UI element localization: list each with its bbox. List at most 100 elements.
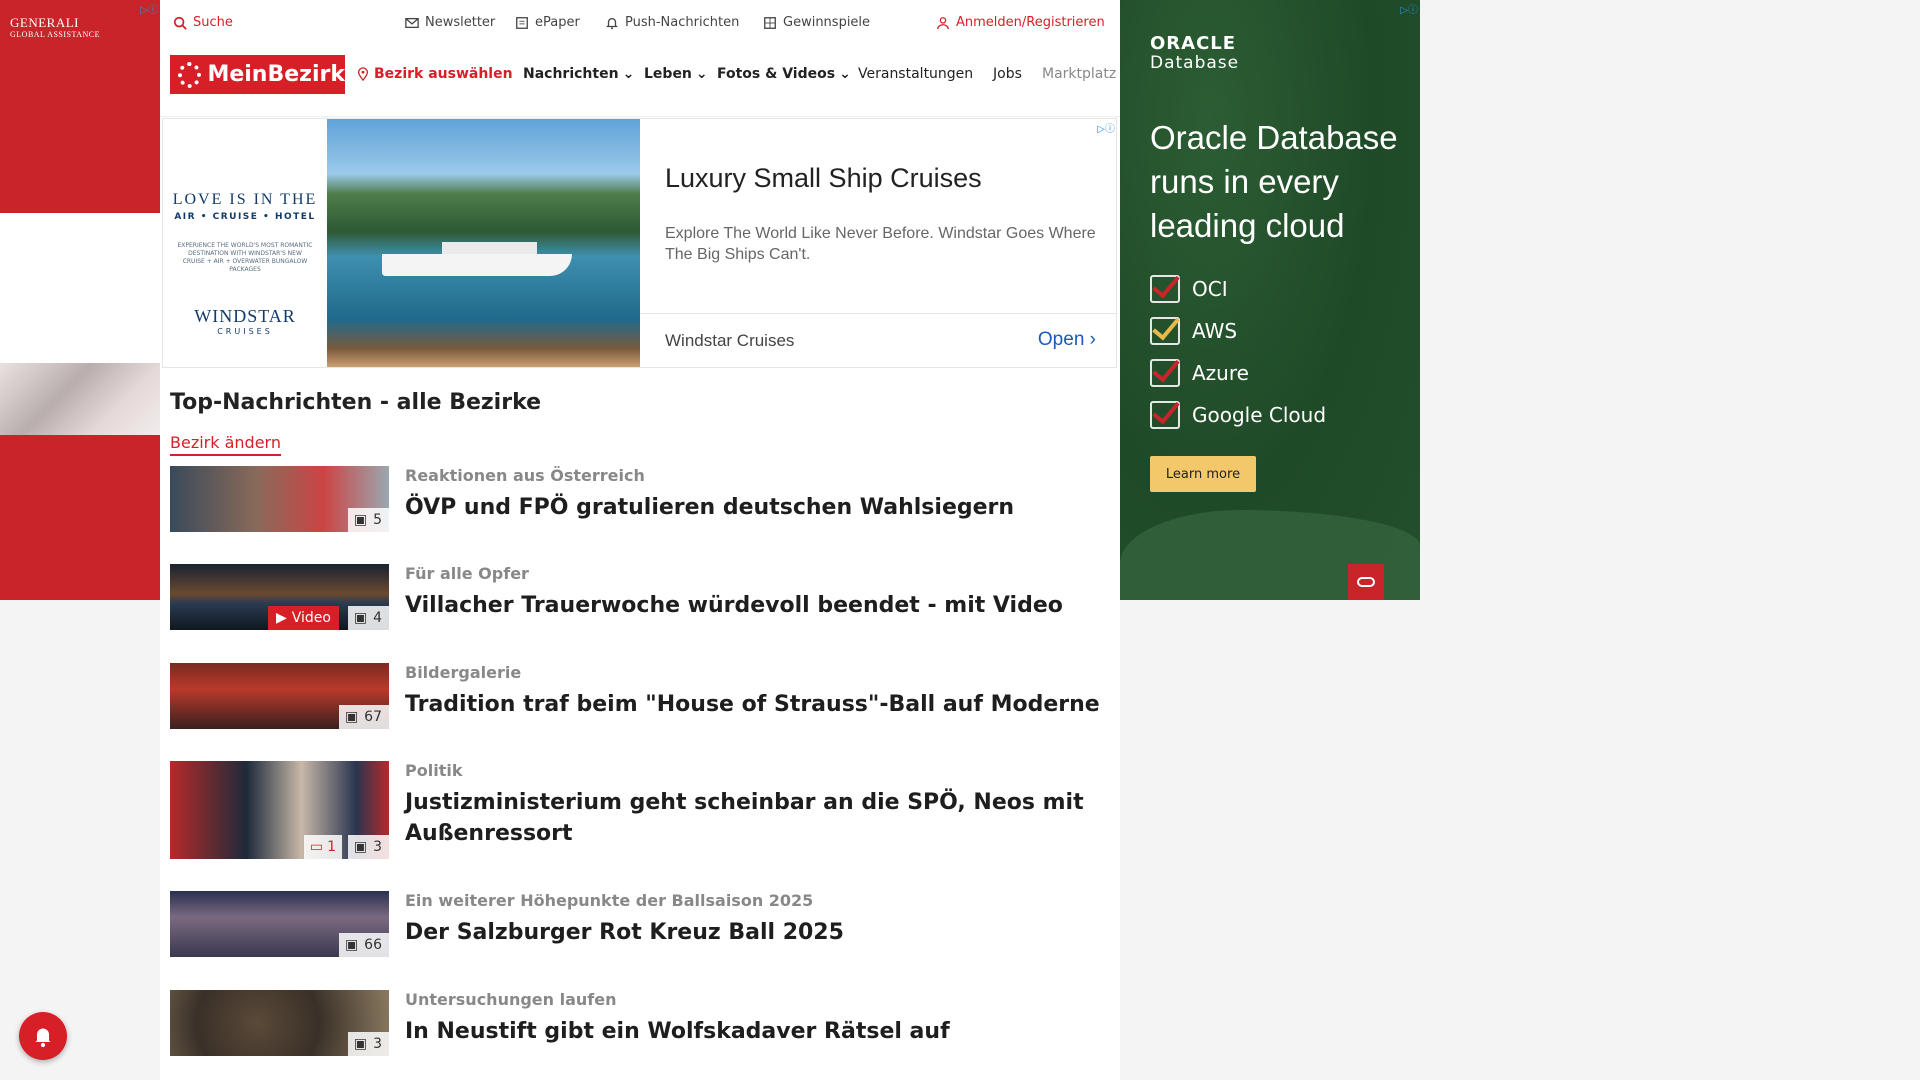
ad-headline: Oracle Database runs in every leading cl…	[1150, 119, 1398, 244]
cloud-item: AWS	[1150, 310, 1326, 352]
oracle-ad[interactable]: ▷ⓘ ORACLE Database Oracle Database runs i…	[1120, 0, 1420, 600]
adchoices-icon[interactable]: ▷ⓘ	[128, 1, 158, 16]
ad-photo	[0, 363, 160, 435]
article-kicker: Politik	[405, 761, 463, 780]
chevron-down-icon: ⌄	[839, 66, 851, 82]
oracle-o-icon	[1348, 564, 1384, 600]
article-title[interactable]: Der Salzburger Rot Kreuz Ball 2025	[405, 917, 1105, 948]
comment-count: ▭ 1	[303, 835, 342, 859]
ad-panel-line1: LOVE IS IN THE	[172, 191, 318, 208]
generali-logo: GENERALI GLOBAL ASSISTANCE	[10, 15, 101, 39]
cloud-item: Google Cloud	[1150, 394, 1326, 436]
gallery-icon: ▣	[353, 512, 368, 528]
epaper-link[interactable]: ePaper	[515, 15, 580, 30]
windstar-logo-sub: CRUISES	[217, 327, 273, 336]
article-thumbnail[interactable]: ▣ 5	[170, 466, 389, 532]
image-count: ▣ 3	[347, 1032, 389, 1056]
image-count: ▣ 66	[338, 933, 389, 957]
article-kicker: Reaktionen aus Österreich	[405, 466, 645, 485]
cloud-item: Azure	[1150, 352, 1326, 394]
ad-panel-small: EXPERIENCE THE WORLD'S MOST ROMANTIC DES…	[177, 242, 313, 273]
article-title[interactable]: In Neustift gibt ein Wolfskadaver Rätsel…	[405, 1016, 1105, 1047]
nav-divider	[160, 116, 1120, 117]
left-skyscraper-ad[interactable]: ▷ⓘ GENERALI GLOBAL ASSISTANCE	[0, 0, 160, 600]
checkmark-icon	[1150, 401, 1180, 429]
change-district-link[interactable]: Bezirk ändern	[170, 433, 281, 456]
newspaper-icon	[516, 16, 528, 29]
nav-fotos-videos[interactable]: Fotos & Videos ⌄	[717, 66, 851, 82]
image-count: ▣ 5	[347, 508, 389, 532]
chevron-right-icon: ›	[1089, 329, 1096, 350]
ad-headline[interactable]: Luxury Small Ship Cruises	[665, 163, 982, 194]
contests-label: Gewinnspiele	[783, 15, 871, 30]
nav-marktplatz[interactable]: Marktplatz	[1042, 66, 1116, 82]
chevron-down-icon: ⌄	[622, 66, 635, 82]
district-label: Bezirk auswählen	[374, 66, 513, 82]
oracle-logo: ORACLE Database	[1150, 33, 1240, 73]
ad-white-band	[0, 213, 160, 363]
windstar-ad[interactable]: ▷ⓘ LOVE IS IN THE AIR • CRUISE • HOTEL E…	[162, 118, 1117, 368]
contests-link[interactable]: Gewinnspiele	[763, 15, 870, 30]
location-pin-icon	[357, 67, 369, 81]
notification-bell-button[interactable]	[19, 1012, 67, 1060]
gallery-icon: ▣	[344, 709, 359, 725]
gallery-icon: ▣	[353, 839, 368, 855]
bell-icon	[35, 1028, 51, 1048]
article-title[interactable]: Tradition traf beim "House of Strauss"-B…	[405, 689, 1105, 720]
ad-footer: Windstar Cruises Open ›	[640, 313, 1116, 367]
article-thumbnail[interactable]: ▣ 66	[170, 891, 389, 957]
bell-icon	[606, 17, 618, 29]
video-badge: ▶ Video	[267, 606, 339, 630]
adchoices-icon[interactable]: ▷ⓘ	[1388, 1, 1418, 16]
search-icon	[173, 16, 187, 30]
windstar-logo: WINDSTAR	[194, 306, 296, 326]
article-kicker: Bildergalerie	[405, 663, 522, 682]
search-label: Suche	[193, 15, 233, 30]
article-thumbnail[interactable]: ▣ 3	[170, 990, 389, 1056]
article-title[interactable]: Justizministerium geht scheinbar an die …	[405, 787, 1105, 849]
newsletter-link[interactable]: Newsletter	[405, 15, 495, 30]
gallery-icon: ▣	[353, 610, 368, 626]
article-thumbnail[interactable]: ▶ Video ▣ 4	[170, 564, 389, 630]
ad-text-panel: LOVE IS IN THE AIR • CRUISE • HOTEL EXPE…	[163, 119, 327, 367]
meinbezirk-logo[interactable]: MeinBezirk	[170, 55, 345, 94]
brand-name: MeinBezirk	[207, 62, 345, 87]
gallery-icon: ▣	[344, 937, 359, 953]
district-selector[interactable]: Bezirk auswählen	[356, 66, 513, 82]
newsletter-label: Newsletter	[425, 15, 496, 30]
nav-veranstaltungen[interactable]: Veranstaltungen	[858, 66, 973, 82]
article-title[interactable]: Villacher Trauerwoche würdevoll beendet …	[405, 590, 1105, 621]
user-icon	[937, 16, 949, 29]
nav-nachrichten[interactable]: Nachrichten ⌄	[523, 66, 634, 82]
ad-description: Explore The World Like Never Before. Win…	[665, 225, 1096, 263]
main-column: Suche Newsletter ePaper Push-Nachrichten…	[160, 0, 1120, 1080]
nav-jobs[interactable]: Jobs	[993, 66, 1022, 82]
nav-leben[interactable]: Leben ⌄	[644, 66, 708, 82]
article-kicker: Für alle Opfer	[405, 564, 529, 583]
epaper-label: ePaper	[535, 15, 580, 30]
image-count: ▣ 4	[347, 606, 389, 630]
gallery-icon: ▣	[353, 1036, 368, 1052]
gift-icon	[764, 16, 776, 29]
login-link[interactable]: Anmelden/Registrieren	[936, 15, 1105, 30]
article-thumbnail[interactable]: ▭ 1 ▣ 3	[170, 761, 389, 859]
play-icon: ▶	[275, 610, 287, 626]
ad-open-button[interactable]: Open ›	[1038, 329, 1096, 351]
search-link[interactable]: Suche	[173, 15, 233, 30]
cruise-ship-image	[327, 119, 640, 367]
cloud-list: OCI AWS Azure Google Cloud	[1150, 268, 1326, 436]
article-thumbnail[interactable]: ▣ 67	[170, 663, 389, 729]
ad-advertiser: Windstar Cruises	[665, 331, 795, 350]
image-count: ▣ 67	[338, 705, 389, 729]
push-label: Push-Nachrichten	[625, 15, 740, 30]
sun-logo-icon	[178, 61, 202, 88]
article-title[interactable]: ÖVP und FPÖ gratulieren deutschen Wahlsi…	[405, 492, 1105, 523]
top-utility-bar: Suche Newsletter ePaper Push-Nachrichten…	[160, 0, 1120, 46]
adchoices-icon[interactable]: ▷ⓘ	[1085, 120, 1115, 135]
learn-more-button[interactable]: Learn more	[1150, 456, 1256, 492]
comment-icon: ▭	[309, 839, 324, 855]
article-kicker: Ein weiterer Höhepunkte der Ballsaison 2…	[405, 891, 814, 910]
push-link[interactable]: Push-Nachrichten	[605, 15, 739, 30]
checkmark-icon	[1150, 359, 1180, 387]
ad-panel-line2: AIR • CRUISE • HOTEL	[174, 212, 316, 222]
